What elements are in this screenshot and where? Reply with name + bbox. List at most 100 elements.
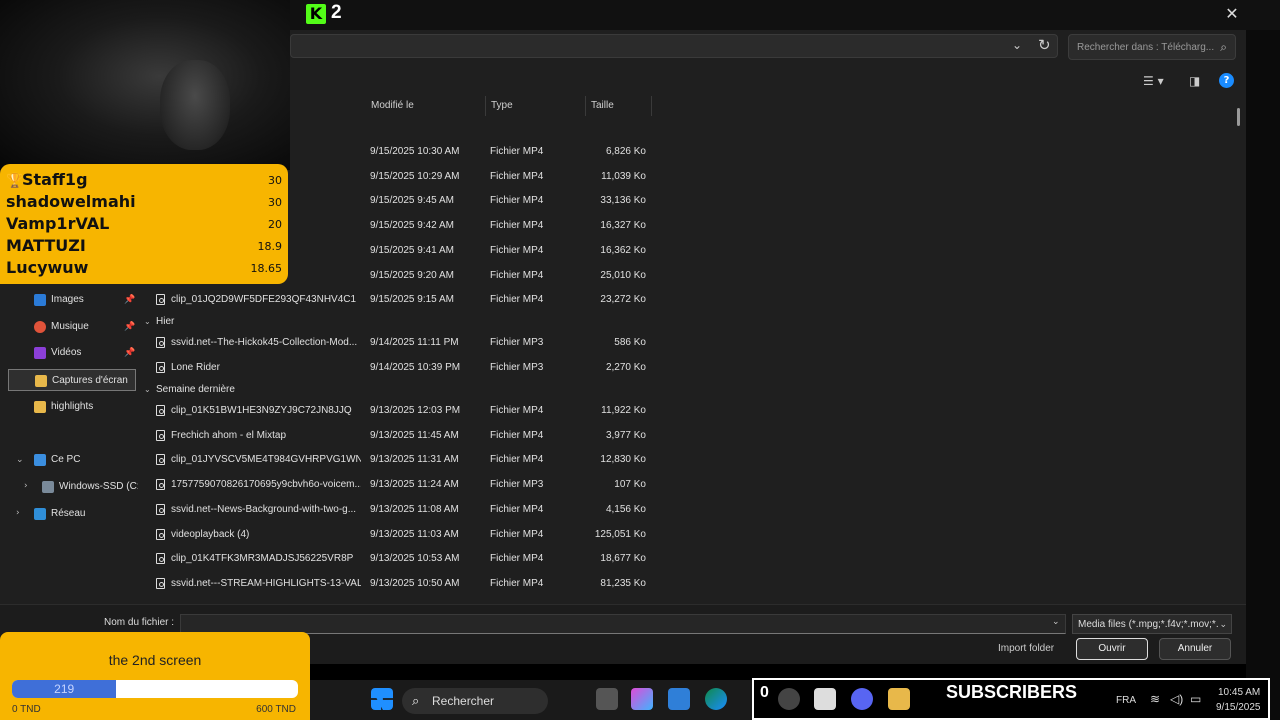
file-size: 16,327 Ko xyxy=(600,220,646,232)
filename-label: Nom du fichier : xyxy=(104,617,175,628)
chevron-down-icon: ⌄ xyxy=(144,317,151,326)
file-size: 4,156 Ko xyxy=(605,503,646,515)
chevron-down-icon[interactable]: ⌄ xyxy=(1052,617,1060,627)
column-header-label: Taille xyxy=(591,100,614,111)
file-date: 9/13/2025 10:50 AM xyxy=(370,577,460,589)
file-row[interactable]: ssvid.net---STREAM-HIGHLIGHTS-13-VAL... 9… xyxy=(150,573,658,595)
goal-progress-track: 219 xyxy=(12,680,298,698)
nav-item-images[interactable]: Images 📌 xyxy=(14,289,136,311)
file-type: Fichier MP4 xyxy=(490,553,544,565)
file-type: Fichier MP4 xyxy=(490,269,544,281)
file-row[interactable]: Lone Rider 9/14/2025 10:39 PM Fichier MP3 2… xyxy=(150,357,658,379)
nav-item-highlights[interactable]: highlights xyxy=(14,396,136,418)
language-indicator[interactable]: FRA xyxy=(1116,695,1136,706)
file-row[interactable]: clip_01K4TFK3MR3MADJSJ56225VR8P 9/13/2025… xyxy=(150,548,658,570)
column-header-type[interactable]: Type xyxy=(486,96,586,116)
file-row[interactable]: 1757759070826170695y9cbvh6o-voicem... 9/1… xyxy=(150,474,658,496)
battery-icon[interactable]: ▭ xyxy=(1190,692,1201,706)
file-explorer-icon[interactable] xyxy=(888,688,910,710)
pin-icon: 📌 xyxy=(124,321,136,331)
search-icon: ⌕ xyxy=(1220,40,1227,54)
file-name: clip_01K4TFK3MR3MADJSJ56225VR8P xyxy=(171,553,354,565)
computer-icon xyxy=(34,454,46,466)
preview-pane-icon[interactable]: ◨ xyxy=(1189,74,1200,88)
donor-name-text: shadowelmahi xyxy=(6,192,136,211)
nav-item-network[interactable]: Réseau xyxy=(14,503,136,525)
search-input[interactable]: Rechercher dans : Télécharg... ⌕ xyxy=(1068,34,1236,60)
goal-max: 600 TND xyxy=(256,704,296,715)
clock-date[interactable]: 9/15/2025 xyxy=(1216,702,1261,713)
file-type: Fichier MP4 xyxy=(490,405,544,416)
search-icon: ⌕ xyxy=(412,693,420,708)
file-row[interactable]: ssvid.net--The-Hickok45-Collection-Mod..… xyxy=(150,332,658,354)
capcut-icon[interactable] xyxy=(814,688,836,710)
file-row[interactable]: ssvid.net--News-Background-with-two-g...… xyxy=(150,499,658,521)
goal-progress-fill: 219 xyxy=(12,680,117,698)
search-placeholder: Rechercher dans : Télécharg... xyxy=(1077,42,1215,53)
donor-amount: 30 xyxy=(268,174,282,187)
file-type: Fichier MP4 xyxy=(490,170,544,182)
scrollbar[interactable] xyxy=(1237,108,1240,126)
close-icon[interactable]: ✕ xyxy=(1224,4,1240,23)
import-folder-button[interactable]: Import folder xyxy=(998,643,1054,654)
file-type: Fichier MP4 xyxy=(490,195,544,207)
file-name: ssvid.net--News-Background-with-two-g... xyxy=(171,503,357,515)
nav-item-music[interactable]: Musique 📌 xyxy=(14,316,136,338)
nav-item-screenshots[interactable]: Captures d'écran xyxy=(8,369,136,391)
filename-input[interactable] xyxy=(180,614,1066,634)
address-bar[interactable] xyxy=(290,34,1058,58)
group-header[interactable]: ⌄ Semaine dernière xyxy=(144,384,235,395)
nav-item-windows-ssd[interactable]: Windows-SSD (C:) xyxy=(22,476,138,498)
file-row[interactable]: Frechich ahom - el Mixtap 9/13/2025 11:45… xyxy=(150,425,658,447)
file-row[interactable]: clip_01K51BW1HE3N9ZYJ9C72JN8JJQ 9/13/2025… xyxy=(150,400,658,422)
file-date: 9/14/2025 11:11 PM xyxy=(370,337,459,348)
taskbar-search-label: Rechercher xyxy=(432,694,495,708)
task-view-icon[interactable] xyxy=(596,688,618,710)
file-date: 9/13/2025 11:08 AM xyxy=(370,503,459,515)
file-date: 9/15/2025 9:42 AM xyxy=(370,220,454,232)
store-icon[interactable] xyxy=(668,688,690,710)
edge-icon[interactable] xyxy=(705,688,727,710)
chevron-down-icon[interactable]: ⌄ xyxy=(1012,38,1022,52)
chevron-down-icon: ⌄ xyxy=(1219,619,1227,629)
file-size: 25,010 Ko xyxy=(600,269,646,281)
donor-name-text: Staff1g xyxy=(22,170,88,189)
leaderboard-entry: shadowelmahi 30 xyxy=(6,192,282,214)
file-type-select[interactable]: Media files (*.mpg;*.f4v;*.mov;*. ⌄ xyxy=(1072,614,1232,634)
copilot-icon[interactable] xyxy=(631,688,653,710)
goal-min: 0 TND xyxy=(12,704,41,715)
file-row[interactable]: clip_01JYVSCV5ME4T984GVHRPVG1WN (... 9/13… xyxy=(150,449,658,471)
file-size: 16,362 Ko xyxy=(600,244,646,256)
goal-current: 219 xyxy=(54,682,75,696)
view-options-icon[interactable]: ☰ ▾ xyxy=(1143,74,1164,88)
file-size: 11,039 Ko xyxy=(601,170,646,182)
file-icon xyxy=(156,429,165,441)
refresh-icon[interactable]: ↻ xyxy=(1038,36,1051,54)
file-type: Fichier MP4 xyxy=(490,454,544,466)
clock-time[interactable]: 10:45 AM xyxy=(1218,687,1260,698)
folder-icon xyxy=(35,375,47,387)
file-row[interactable]: videoplayback (4) 9/13/2025 11:03 AM Fichi… xyxy=(150,524,658,546)
file-row[interactable]: clip_01JQ2D9WF5DFE293QF43NHV4C1 9/15/2025… xyxy=(150,289,658,311)
chrome-icon[interactable] xyxy=(778,688,800,710)
group-header[interactable]: ⌄ Hier xyxy=(144,316,174,327)
file-name: clip_01K51BW1HE3N9ZYJ9C72JN8JJQ xyxy=(171,405,352,416)
file-size: 125,051 Ko xyxy=(594,528,646,540)
cancel-button[interactable]: Annuler xyxy=(1159,638,1231,660)
column-header-modified[interactable]: Modifié le xyxy=(366,96,486,116)
volume-icon[interactable]: ◁) xyxy=(1170,692,1183,706)
discord-icon[interactable] xyxy=(851,688,873,710)
open-button[interactable]: Ouvrir xyxy=(1076,638,1148,660)
taskbar-search[interactable]: ⌕ Rechercher xyxy=(402,688,548,714)
file-date: 9/15/2025 9:15 AM xyxy=(370,294,454,306)
help-icon[interactable]: ? xyxy=(1219,73,1234,88)
column-header-size[interactable]: Taille xyxy=(586,96,652,116)
nav-item-videos[interactable]: Vidéos 📌 xyxy=(14,342,136,364)
file-date: 9/13/2025 11:03 AM xyxy=(370,528,459,540)
donor-name: 🏆Staff1g xyxy=(6,170,88,189)
nav-item-this-pc[interactable]: Ce PC xyxy=(14,449,136,471)
file-date: 9/15/2025 9:41 AM xyxy=(370,244,454,256)
kick-number: 2 xyxy=(331,2,342,23)
wifi-icon[interactable]: ≋ xyxy=(1150,692,1160,706)
file-size: 81,235 Ko xyxy=(600,577,646,589)
